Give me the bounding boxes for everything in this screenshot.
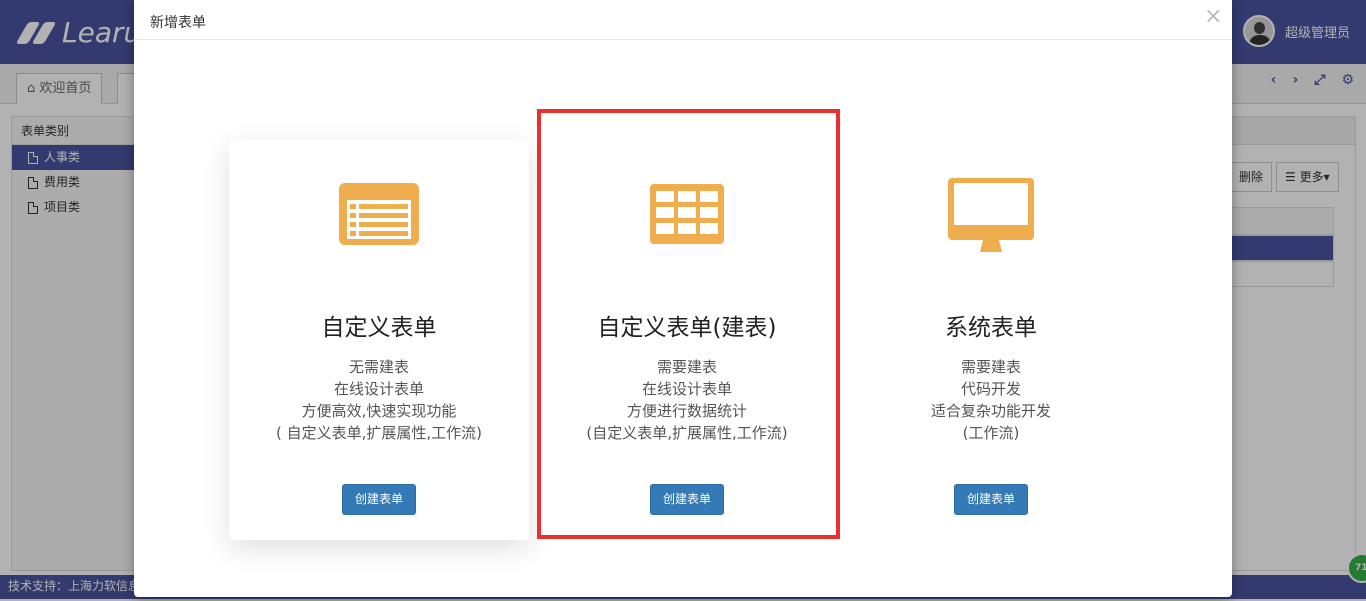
card-line: 无需建表 (348, 358, 409, 376)
monitor-icon (948, 178, 1034, 252)
card-system-form: 系统表单 需要建表 代码开发 适合复杂功能开发 (工作流) 创建表单 (841, 140, 1141, 540)
list-form-icon (339, 183, 419, 245)
new-form-dialog: 新增表单 × 自定义表单 无需建表 在线设计表单 方便高效,快速实现功能 ( 自… (134, 0, 1232, 597)
card-line: ( 自定义表单,扩展属性,工作流) (275, 424, 482, 442)
close-icon[interactable]: × (1204, 6, 1222, 28)
card-custom-form: 自定义表单 无需建表 在线设计表单 方便高效,快速实现功能 ( 自定义表单,扩展… (229, 140, 529, 540)
card-line: 在线设计表单 (333, 380, 424, 398)
card-line: 代码开发 (960, 380, 1021, 398)
card-title: 系统表单 (945, 315, 1037, 341)
dialog-header: 新增表单 × (134, 0, 1232, 40)
card-title: 自定义表单 (321, 315, 437, 341)
card-line: 方便高效,快速实现功能 (301, 402, 457, 420)
card-line: (工作流) (962, 424, 1020, 442)
dialog-title: 新增表单 (150, 15, 206, 31)
selection-highlight (537, 109, 840, 539)
card-description: 无需建表 在线设计表单 方便高效,快速实现功能 ( 自定义表单,扩展属性,工作流… (229, 356, 529, 444)
card-line: 适合复杂功能开发 (930, 402, 1051, 420)
card-description: 需要建表 代码开发 适合复杂功能开发 (工作流) (841, 356, 1141, 444)
card-line: 需要建表 (960, 358, 1021, 376)
create-system-form-button[interactable]: 创建表单 (954, 484, 1028, 515)
create-custom-form-button[interactable]: 创建表单 (342, 484, 416, 515)
